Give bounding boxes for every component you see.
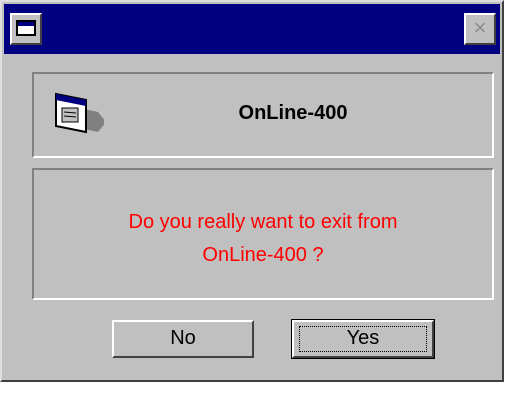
no-button-label: No (170, 327, 196, 349)
message-line-1: Do you really want to exit from (128, 211, 398, 233)
close-icon: × (473, 15, 487, 40)
title-bar[interactable]: × (4, 4, 500, 54)
header-panel: OnLine-400 (32, 72, 494, 158)
no-button[interactable]: No (112, 320, 254, 358)
confirm-message: Do you really want to exit from OnLine-4… (34, 206, 492, 272)
exit-dialog: × OnLine-400 Do you really want to exit … (0, 0, 504, 382)
message-panel: Do you really want to exit from OnLine-4… (32, 168, 494, 300)
focus-rect (299, 326, 427, 352)
app-title: OnLine-400 (238, 102, 348, 124)
yes-button[interactable]: Yes (291, 319, 435, 359)
window-icon[interactable] (10, 13, 42, 45)
close-button[interactable]: × (464, 13, 496, 45)
message-line-2: OnLine-400 ? (202, 244, 324, 266)
